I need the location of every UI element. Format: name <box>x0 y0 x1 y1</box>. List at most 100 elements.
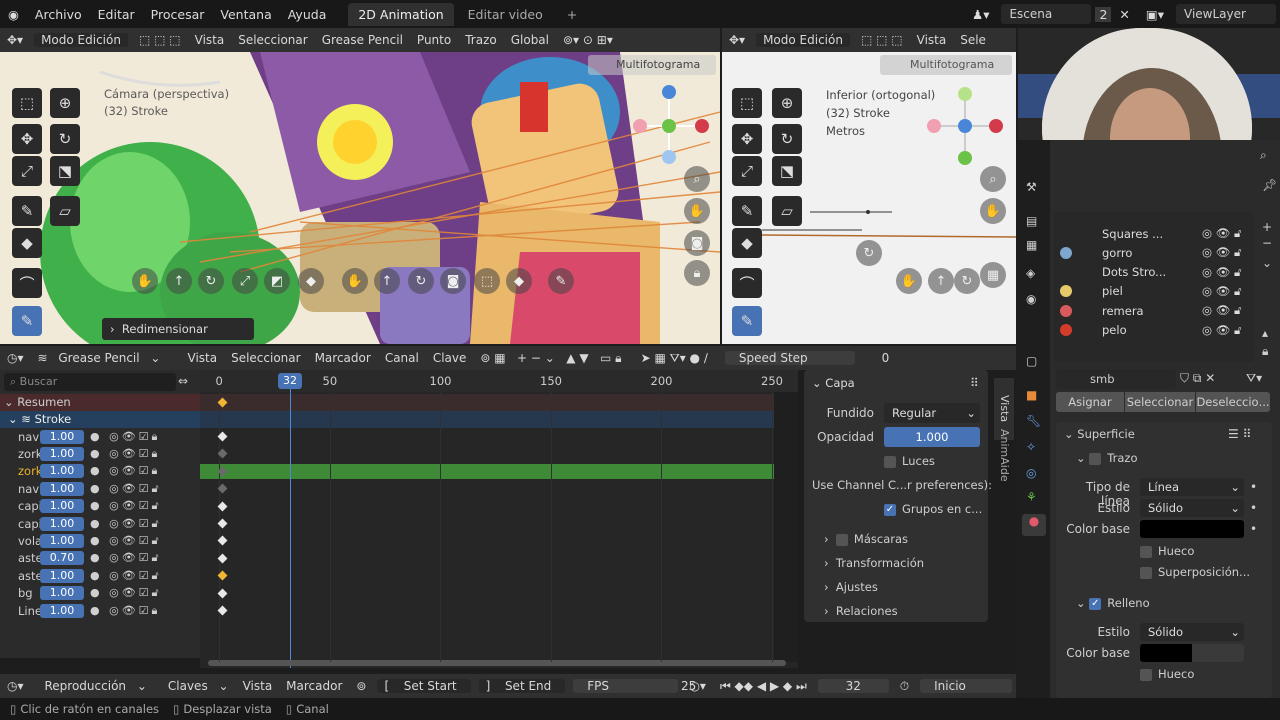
menu-archivo[interactable]: Archivo <box>27 7 90 22</box>
material-slot-toggles[interactable]: ◎ 👁︎ 🔓︎ <box>1202 226 1241 241</box>
layer-toggle-icons[interactable]: ● ◎👁︎☑🔓︎ <box>90 551 162 565</box>
shear-tool-right[interactable]: ▱ <box>772 196 802 226</box>
material-slot-row[interactable]: piel ◎ 👁︎ 🔓︎ <box>1060 282 1250 301</box>
material-slot-row[interactable]: pelo ◎ 👁︎ 🔓︎ <box>1060 321 1250 340</box>
layer-channel-row[interactable]: capi_glo1.00 ● ◎👁︎☑🔓︎ <box>0 515 200 532</box>
menu-editar[interactable]: Editar <box>90 7 143 22</box>
style-dropdown[interactable]: Sólido ⌄ <box>1140 499 1244 517</box>
bend-tool[interactable]: ✎ <box>12 196 42 226</box>
cursor-tool-right[interactable]: ⊕ <box>772 88 802 118</box>
viewlayer-icon[interactable]: ▣▾ <box>1138 7 1172 22</box>
panel-drag-icon[interactable]: ⠿ <box>970 376 979 390</box>
material-tab-icon[interactable]: ● <box>1022 514 1046 536</box>
layer-toggle-icons[interactable]: ● ◎👁︎☑🔓︎ <box>90 517 162 531</box>
search-input[interactable]: ⌕ Buscar <box>4 373 176 391</box>
editor-type-icon-right[interactable]: ✥▾ <box>722 33 752 47</box>
select-box-tool[interactable]: ⬚ <box>12 88 42 118</box>
physics-tab-icon[interactable]: ◎ <box>1026 466 1036 480</box>
sidebar-tab-animaide[interactable]: AnimAide <box>994 424 1014 486</box>
menu-vista[interactable]: Vista <box>188 33 232 47</box>
redo-panel[interactable]: › Redimensionar <box>102 318 254 340</box>
move-tool-right[interactable]: ✥ <box>732 124 762 154</box>
slot-menu-icon[interactable]: ⌄ <box>1262 256 1272 270</box>
layer-toggle-icons[interactable]: ● ◎👁︎☑🔓︎ <box>90 499 162 513</box>
collection-tab-icon[interactable]: ▢ <box>1026 354 1037 368</box>
object-tab-icon[interactable]: ■ <box>1026 388 1037 402</box>
select-mode-icons[interactable]: ⬚ ⬚ ⬚ <box>132 33 188 47</box>
layer-opacity-field[interactable]: 1.00 <box>40 516 84 531</box>
draw-tool-right[interactable]: ✎ <box>732 306 762 336</box>
editor-type-icon-dopesheet[interactable]: ◷▾ <box>0 351 31 365</box>
select-box-tool-right[interactable]: ⬚ <box>732 88 762 118</box>
layer-channel-row[interactable]: navi 1.00 ● ◎👁︎☑🔓︎ <box>0 480 200 497</box>
camera-icon[interactable]: ◙ <box>684 230 710 256</box>
slot-up-icon[interactable]: ▴ <box>1262 326 1268 340</box>
transform-section[interactable]: › Transformación <box>824 556 924 570</box>
fill-holdout-checkbox[interactable]: Hueco <box>1140 667 1194 681</box>
layer-channel-row[interactable]: zork_glo1.00 ● ◎👁︎☑🔒︎ <box>0 463 200 480</box>
multiframe-toggle-right[interactable]: Multifotograma <box>880 55 1012 75</box>
material-slot-row[interactable]: remera ◎ 👁︎ 🔓︎ <box>1060 301 1250 320</box>
layer-channel-row[interactable]: volante1.00 ● ◎👁︎☑🔓︎ <box>0 532 200 549</box>
stroke-subpanel-header[interactable]: ⌄ Trazo <box>1076 451 1137 465</box>
keyframe-area[interactable]: 32 <box>200 370 798 668</box>
material-slot-toggles[interactable]: ◎ 👁︎ 🔓︎ <box>1202 284 1241 299</box>
menu-punto[interactable]: Punto <box>410 33 458 47</box>
menu-ayuda[interactable]: Ayuda <box>280 7 335 22</box>
layer-toggle-icons[interactable]: ● ◎👁︎☑🔓︎ <box>90 586 162 600</box>
menu-grease-pencil[interactable]: Grease Pencil <box>315 33 410 47</box>
stroke-color-dot[interactable]: • <box>1250 522 1257 536</box>
pin-icon[interactable]: 📌︎ <box>1262 178 1277 192</box>
groups-checkbox[interactable]: ✓ Grupos en c... <box>884 502 982 516</box>
layer-toggle-icons[interactable]: ● ◎👁︎☑🔓︎ <box>90 569 162 583</box>
timeline-view-menu[interactable]: Vista <box>236 679 280 693</box>
pie-scale-icon[interactable]: ⤢ <box>232 268 258 294</box>
curve-tool-right[interactable]: ⌒ <box>732 268 762 298</box>
ds-menu-vista[interactable]: Vista <box>181 351 225 365</box>
select-mode-icons-right[interactable]: ⬚ ⬚ ⬚ <box>854 33 910 47</box>
layer-opacity-field[interactable]: 1.00 <box>40 499 84 514</box>
eraser-tool-right[interactable]: ◆ <box>732 228 762 258</box>
zoom-icon[interactable]: ⌕ <box>684 166 710 192</box>
blend-dropdown[interactable]: Regular ⌄ <box>884 403 980 423</box>
pie-shear-icon[interactable]: ◩ <box>264 268 290 294</box>
ds-tools-icons[interactable]: ⊚ ▦ + − ⌄ ▲ ▼ ▭ 🔒︎ ➤ ▦ ⛛▾ ● ∕ <box>473 351 714 366</box>
pie-hand2-icon[interactable]: ✋ <box>342 268 368 294</box>
multiframe-toggle[interactable]: Multifotograma <box>588 55 716 75</box>
orientation-selector[interactable]: Global <box>504 33 556 47</box>
layer-opacity-field[interactable]: 1.00 <box>40 446 84 461</box>
pan-hand-icon[interactable]: ✋ <box>684 198 710 224</box>
material-filter-icon[interactable]: ⛛▾ <box>1246 371 1262 386</box>
style-dot[interactable]: • <box>1250 501 1257 515</box>
deselect-button[interactable]: Deselecciо... <box>1196 392 1270 412</box>
keys-menu[interactable]: Claves ⌄ <box>154 679 236 693</box>
shear-tool[interactable]: ▱ <box>50 196 80 226</box>
lights-checkbox[interactable]: Luces <box>884 454 935 468</box>
layer-channel-row[interactable]: bg 1.00 ● ◎👁︎☑🔓︎ <box>0 585 200 602</box>
layer-channel-row[interactable]: asteroid1.00 ● ◎👁︎☑🔓︎ <box>0 567 200 584</box>
modifier-tab-icon[interactable]: 🔧︎ <box>1026 414 1041 428</box>
layer-channel-row[interactable]: Lines1.00 ● ◎👁︎☑🔒︎ <box>0 602 200 619</box>
layer-toggle-icons[interactable]: ● ◎👁︎☑🔒︎ <box>90 447 160 461</box>
zoom-icon-right[interactable]: ⌕ <box>980 166 1006 192</box>
tab-editar-video[interactable]: Editar video <box>458 3 553 26</box>
tool-tab-icon[interactable]: ⚒ <box>1026 180 1037 194</box>
pie-hand-icon-right[interactable]: ✋ <box>896 268 922 294</box>
playback-menu[interactable]: Reproducción ⌄ <box>31 679 154 693</box>
select-button[interactable]: Seleccionar <box>1125 392 1195 412</box>
surface-list-icon[interactable]: ☰ ⠿ <box>1228 427 1251 441</box>
viewlayer-selector[interactable]: ViewLayer <box>1176 4 1276 24</box>
menu-sele-right[interactable]: Sele <box>953 33 993 47</box>
layer-opacity-field[interactable]: 0.70 <box>40 551 84 566</box>
menu-vista-right[interactable]: Vista <box>910 33 954 47</box>
pie-rot-icon-right[interactable]: ↻ <box>954 268 980 294</box>
layer-toggle-icons[interactable]: ● ◎👁︎☑🔓︎ <box>90 482 162 496</box>
playhead-line[interactable] <box>290 380 291 668</box>
pie-arrow2-icon[interactable]: ↑ <box>374 268 400 294</box>
data-tab-icon[interactable]: ⚘ <box>1026 490 1037 504</box>
material-slot-row[interactable]: Squares ... ◎ 👁︎ 🔓︎ <box>1060 224 1250 243</box>
effects-tab-icon[interactable]: ✧ <box>1026 440 1036 454</box>
pie-erase-icon[interactable]: ◆ <box>298 268 324 294</box>
layer-opacity-field[interactable]: 1.00 <box>40 603 84 618</box>
layer-toggle-icons[interactable]: ● ◎👁︎☑🔒︎ <box>90 430 160 444</box>
